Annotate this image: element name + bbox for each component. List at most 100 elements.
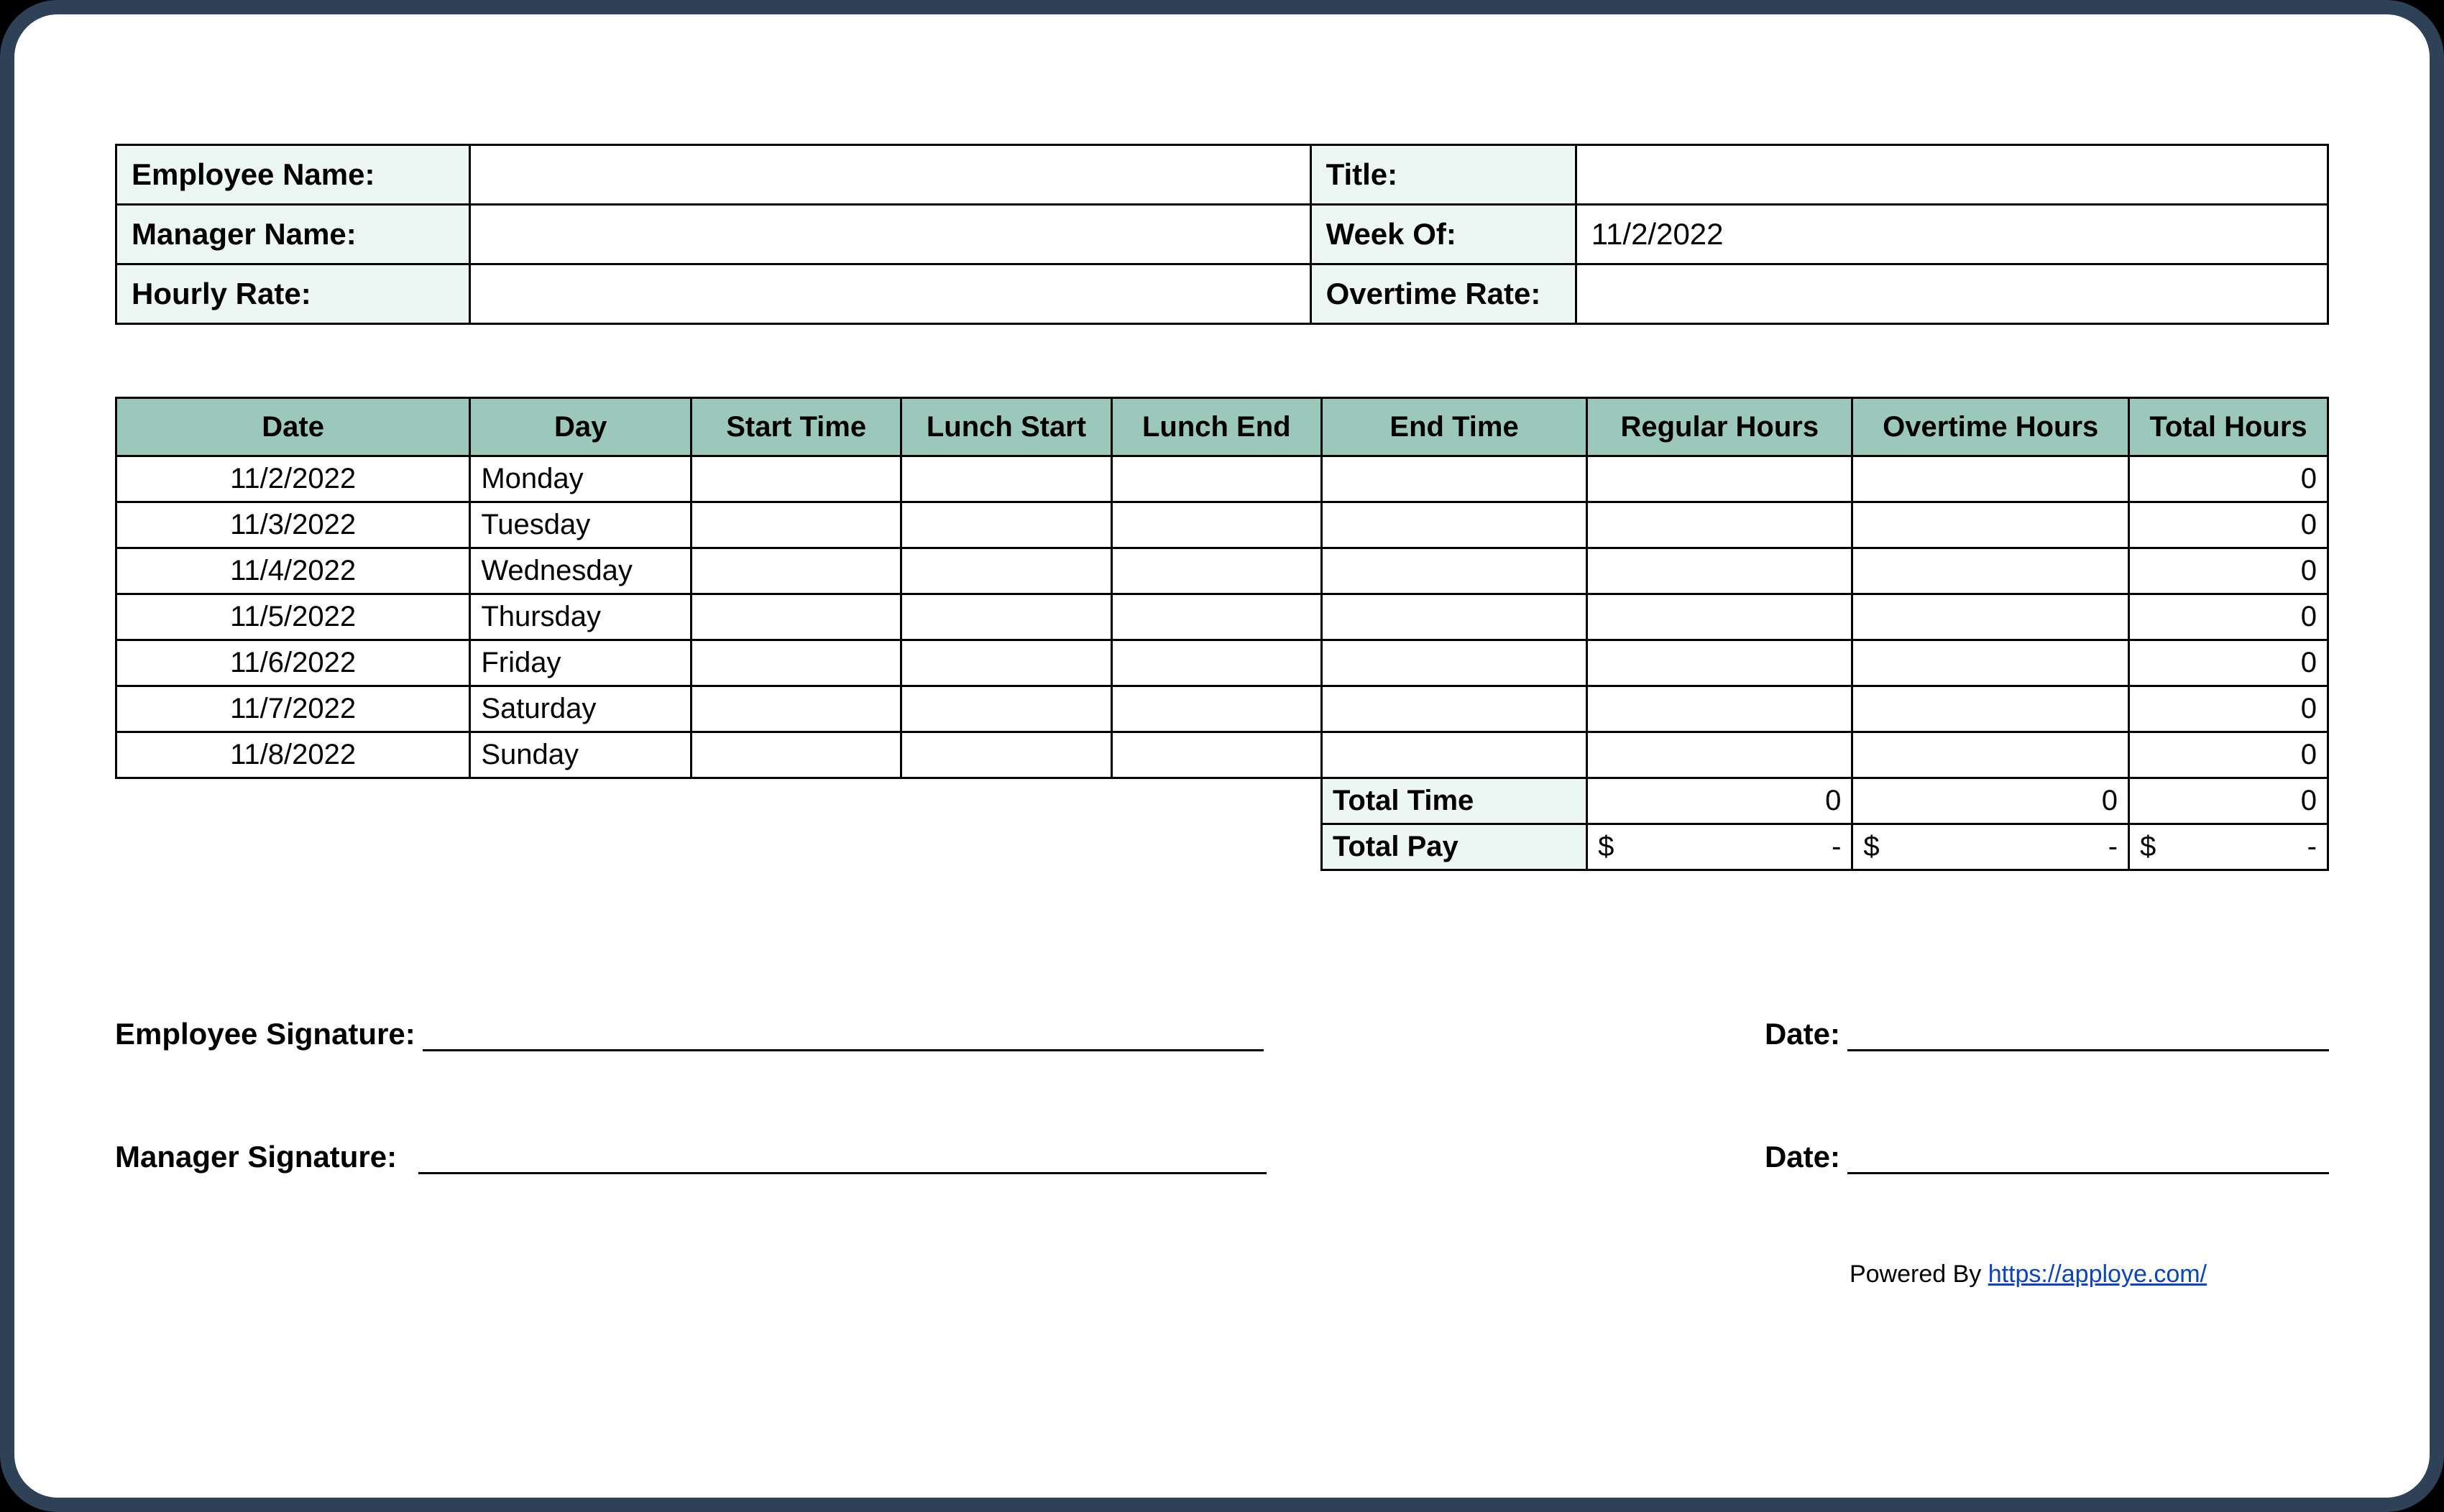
cell-lunch-start[interactable] [901, 502, 1111, 548]
cell-day[interactable]: Saturday [470, 686, 692, 732]
title-value[interactable] [1576, 145, 2328, 205]
overtime-rate-value[interactable] [1576, 264, 2328, 324]
manager-name-value[interactable] [470, 205, 1310, 264]
cell-day[interactable]: Monday [470, 456, 692, 502]
col-total-hours: Total Hours [2129, 398, 2328, 456]
cell-date[interactable]: 11/8/2022 [116, 732, 470, 778]
title-label: Title: [1310, 145, 1576, 205]
cell-date[interactable]: 11/5/2022 [116, 594, 470, 640]
cell-regular-hours[interactable] [1587, 502, 1852, 548]
cell-lunch-start[interactable] [901, 548, 1111, 594]
cell-start-time[interactable] [692, 640, 901, 686]
timesheet-table: Date Day Start Time Lunch Start Lunch En… [115, 397, 2329, 871]
cell-total-hours: 0 [2129, 502, 2328, 548]
cell-overtime-hours[interactable] [1852, 456, 2129, 502]
cell-end-time[interactable] [1321, 640, 1586, 686]
col-lunch-end: Lunch End [1111, 398, 1321, 456]
cell-day[interactable]: Friday [470, 640, 692, 686]
powered-by-link[interactable]: https://apploye.com/ [1988, 1260, 2207, 1288]
col-overtime-hours: Overtime Hours [1852, 398, 2129, 456]
cell-total-hours: 0 [2129, 548, 2328, 594]
cell-lunch-end[interactable] [1111, 686, 1321, 732]
cell-date[interactable]: 11/7/2022 [116, 686, 470, 732]
powered-by-prefix: Powered By [1850, 1260, 1988, 1288]
cell-date[interactable]: 11/6/2022 [116, 640, 470, 686]
cell-day[interactable]: Sunday [470, 732, 692, 778]
cell-date[interactable]: 11/3/2022 [116, 502, 470, 548]
cell-regular-hours[interactable] [1587, 594, 1852, 640]
employee-signature-row: Employee Signature: Date: [115, 1015, 2329, 1051]
header-row: Date Day Start Time Lunch Start Lunch En… [116, 398, 2328, 456]
table-row: 11/7/2022Saturday0 [116, 686, 2328, 732]
employee-date-line[interactable] [1847, 1015, 2329, 1051]
cell-overtime-hours[interactable] [1852, 640, 2129, 686]
cell-total-hours: 0 [2129, 594, 2328, 640]
table-row: 11/6/2022Friday0 [116, 640, 2328, 686]
cell-regular-hours[interactable] [1587, 456, 1852, 502]
cell-date[interactable]: 11/2/2022 [116, 456, 470, 502]
employee-signature-line[interactable] [423, 1015, 1264, 1051]
cell-start-time[interactable] [692, 686, 901, 732]
cell-regular-hours[interactable] [1587, 640, 1852, 686]
hourly-rate-value[interactable] [470, 264, 1310, 324]
total-time-regular: 0 [1587, 778, 1852, 824]
cell-lunch-start[interactable] [901, 456, 1111, 502]
cell-start-time[interactable] [692, 594, 901, 640]
manager-date-line[interactable] [1847, 1138, 2329, 1174]
cell-day[interactable]: Thursday [470, 594, 692, 640]
cell-end-time[interactable] [1321, 732, 1586, 778]
cell-regular-hours[interactable] [1587, 686, 1852, 732]
cell-start-time[interactable] [692, 548, 901, 594]
cell-day[interactable]: Wednesday [470, 548, 692, 594]
cell-total-hours: 0 [2129, 732, 2328, 778]
powered-by: Powered By https://apploye.com/ [115, 1260, 2329, 1289]
cell-lunch-start[interactable] [901, 732, 1111, 778]
cell-regular-hours[interactable] [1587, 732, 1852, 778]
table-row: 11/2/2022Monday 0 [116, 456, 2328, 502]
cell-lunch-end[interactable] [1111, 548, 1321, 594]
manager-signature-line[interactable] [418, 1138, 1267, 1174]
week-of-value[interactable]: 11/2/2022 [1576, 205, 2328, 264]
total-pay-overtime: $- [1852, 824, 2129, 870]
total-time-row: Total Time 0 0 0 [116, 778, 2328, 824]
cell-start-time[interactable] [692, 732, 901, 778]
total-time-label: Total Time [1321, 778, 1586, 824]
employee-name-value[interactable] [470, 145, 1310, 205]
cell-overtime-hours[interactable] [1852, 594, 2129, 640]
cell-overtime-hours[interactable] [1852, 686, 2129, 732]
info-row: Manager Name: Week Of: 11/2/2022 [116, 205, 2328, 264]
cell-lunch-end[interactable] [1111, 732, 1321, 778]
cell-overtime-hours[interactable] [1852, 732, 2129, 778]
cell-lunch-end[interactable] [1111, 640, 1321, 686]
cell-end-time[interactable] [1321, 594, 1586, 640]
cell-start-time[interactable] [692, 456, 901, 502]
cell-end-time[interactable] [1321, 686, 1586, 732]
cell-lunch-end[interactable] [1111, 456, 1321, 502]
cell-day[interactable]: Tuesday [470, 502, 692, 548]
overtime-rate-label: Overtime Rate: [1310, 264, 1576, 324]
employee-date-label: Date: [1765, 1017, 1840, 1051]
cell-overtime-hours[interactable] [1852, 548, 2129, 594]
info-table: Employee Name: Title: Manager Name: Week… [115, 144, 2329, 325]
col-date: Date [116, 398, 470, 456]
col-regular-hours: Regular Hours [1587, 398, 1852, 456]
employee-name-label: Employee Name: [116, 145, 470, 205]
cell-total-hours: 0 [2129, 456, 2328, 502]
cell-date[interactable]: 11/4/2022 [116, 548, 470, 594]
cell-lunch-start[interactable] [901, 640, 1111, 686]
total-pay-total: $- [2129, 824, 2328, 870]
total-pay-regular: $- [1587, 824, 1852, 870]
cell-end-time[interactable] [1321, 548, 1586, 594]
cell-start-time[interactable] [692, 502, 901, 548]
cell-lunch-end[interactable] [1111, 502, 1321, 548]
manager-name-label: Manager Name: [116, 205, 470, 264]
employee-signature-label: Employee Signature: [115, 1017, 415, 1051]
cell-regular-hours[interactable] [1587, 548, 1852, 594]
manager-date-label: Date: [1765, 1140, 1840, 1174]
cell-lunch-start[interactable] [901, 594, 1111, 640]
cell-end-time[interactable] [1321, 502, 1586, 548]
cell-end-time[interactable] [1321, 456, 1586, 502]
cell-overtime-hours[interactable] [1852, 502, 2129, 548]
cell-lunch-end[interactable] [1111, 594, 1321, 640]
cell-lunch-start[interactable] [901, 686, 1111, 732]
